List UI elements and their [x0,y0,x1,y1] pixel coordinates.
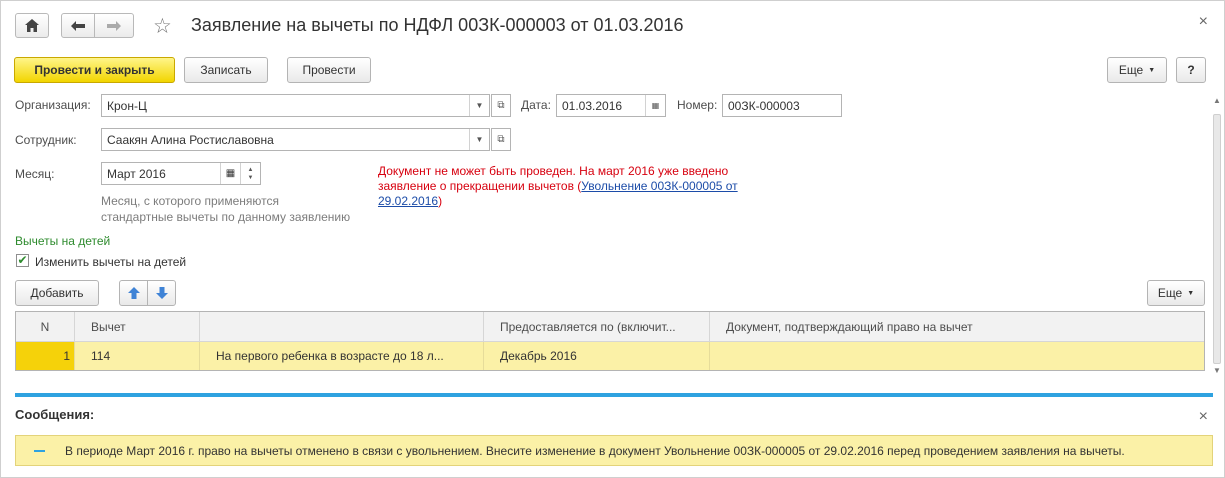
organization-value: Крон-Ц [107,98,147,113]
cell-until[interactable]: Декабрь 2016 [484,342,710,370]
message-text: В периоде Март 2016 г. право на вычеты о… [65,443,1125,458]
close-window-icon[interactable]: × [1199,13,1208,31]
messages-divider [15,393,1213,397]
organization-label: Организация: [15,98,91,112]
date-value: 01.03.2016 [562,98,623,113]
back-button[interactable] [61,13,95,38]
home-button[interactable] [15,13,49,38]
save-button[interactable]: Записать [184,57,268,83]
column-header-n[interactable]: N [16,312,75,342]
change-deductions-label: Изменить вычеты на детей [35,255,187,269]
scroll-thumb[interactable] [1213,114,1221,364]
table-row[interactable]: 1 114 На первого ребенка в возрасте до 1… [16,342,1204,370]
cell-description[interactable]: На первого ребенка в возрасте до 18 л... [200,342,484,370]
cell-n[interactable]: 1 [16,342,75,370]
dropdown-icon[interactable]: ▼ [469,95,489,116]
help-button[interactable]: ? [1176,57,1206,83]
post-and-close-button[interactable]: Провести и закрыть [14,57,175,83]
month-value: Март 2016 [107,166,166,181]
number-label: Номер: [677,98,718,112]
forward-button[interactable] [94,13,134,38]
employee-field[interactable]: Саакян Алина Ростиславовна ▼ [101,128,490,151]
chevron-down-icon: ▼ [1148,66,1156,74]
table-more-button[interactable]: Еще ▼ [1147,280,1205,306]
date-label: Дата: [521,98,551,112]
more-label: Еще [1118,63,1144,77]
dropdown-icon[interactable]: ▼ [469,129,489,150]
favorite-star-icon[interactable]: ☆ [153,14,172,39]
column-header-description[interactable] [200,312,484,342]
stepper-up-icon[interactable]: ▲ [248,166,254,174]
table-header: N Вычет Предоставляется по (включит... Д… [16,312,1204,342]
stepper-down-icon[interactable]: ▼ [248,174,254,182]
dismissal-document-link[interactable]: Увольнение 00ЗК-000005 от [581,179,737,193]
calendar-icon[interactable]: ▦ [220,163,240,184]
cell-deduction-code[interactable]: 114 [75,342,200,370]
calendar-icon[interactable]: ▦ [645,95,665,116]
number-field[interactable]: 00ЗК-000003 [722,94,842,117]
chevron-down-icon: ▼ [1187,289,1195,297]
month-field[interactable]: Март 2016 ▦ ▲ ▼ [101,162,261,185]
open-employee-icon[interactable]: ⧉ [491,128,511,151]
messages-title: Сообщения: [15,407,95,422]
month-hint: Месяц, с которого применяются стандартны… [101,194,351,224]
home-icon [25,19,39,32]
open-organization-icon[interactable]: ⧉ [491,94,511,117]
move-down-button[interactable] [147,280,176,306]
children-section-title: Вычеты на детей [15,234,111,248]
message-item[interactable]: В периоде Март 2016 г. право на вычеты о… [15,435,1213,466]
column-header-deduction[interactable]: Вычет [75,312,200,342]
employee-label: Сотрудник: [15,133,77,147]
more-button[interactable]: Еще ▼ [1107,57,1167,83]
employee-value: Саакян Алина Ростиславовна [107,132,274,147]
move-up-button[interactable] [119,280,148,306]
post-button[interactable]: Провести [287,57,371,83]
add-button[interactable]: Добавить [15,280,99,306]
cell-document[interactable] [710,342,1204,370]
month-label: Месяц: [15,167,55,181]
month-stepper[interactable]: ▲ ▼ [240,163,260,184]
column-header-until[interactable]: Предоставляется по (включит... [484,312,710,342]
arrow-down-icon [155,287,168,299]
column-header-document[interactable]: Документ, подтверждающий право на вычет [710,312,1204,342]
arrow-right-icon [107,20,121,31]
dismissal-document-link-date[interactable]: 29.02.2016 [378,194,438,208]
table-more-label: Еще [1157,286,1183,300]
deductions-table: N Вычет Предоставляется по (включит... Д… [15,311,1205,371]
vertical-scrollbar[interactable]: ▲ ▼ [1212,96,1222,376]
window-title: Заявление на вычеты по НДФЛ 00ЗК-000003 … [191,15,684,35]
organization-field[interactable]: Крон-Ц ▼ [101,94,490,117]
document-window: ☆ Заявление на вычеты по НДФЛ 00ЗК-00000… [0,0,1225,478]
date-field[interactable]: 01.03.2016 ▦ [556,94,666,117]
scroll-up-icon[interactable]: ▲ [1212,96,1222,105]
close-messages-icon[interactable]: × [1199,408,1208,426]
change-deductions-checkbox[interactable]: ✔ [16,254,29,267]
error-message: Документ не может быть проведен. На март… [378,164,738,208]
scroll-down-icon[interactable]: ▼ [1212,366,1222,375]
arrow-left-icon [71,20,85,31]
message-marker-icon [34,449,45,452]
arrow-up-icon [127,287,140,299]
